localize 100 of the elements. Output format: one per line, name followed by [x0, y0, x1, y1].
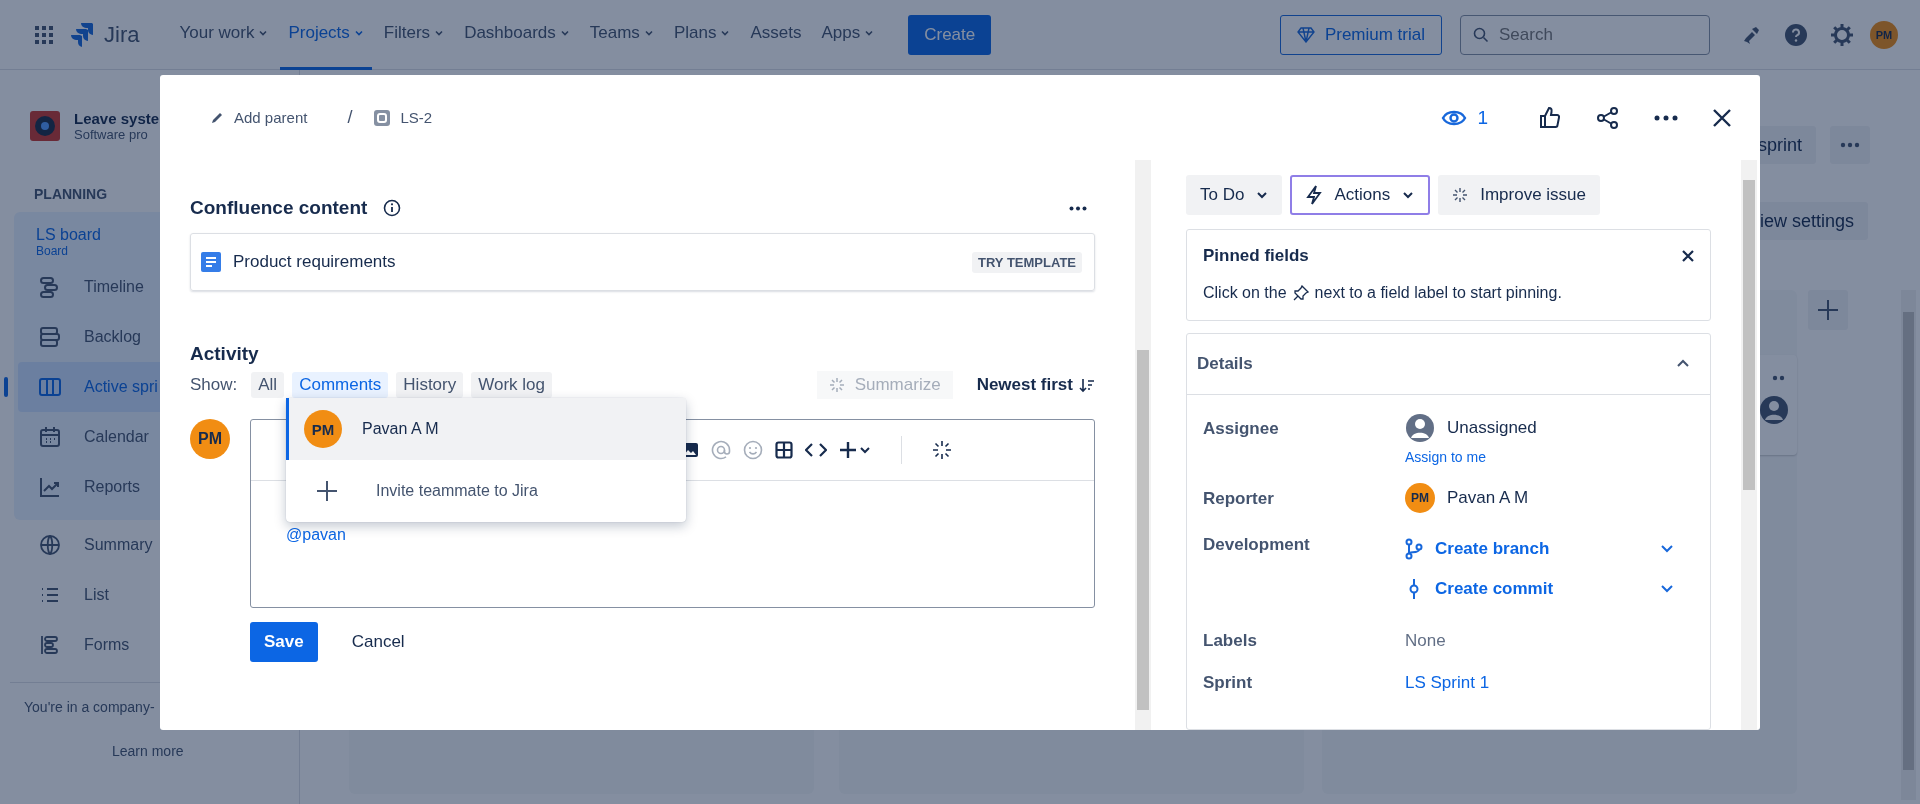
- user-icon: [1405, 413, 1435, 443]
- app-grid-icon[interactable]: [34, 24, 54, 45]
- reports-icon: [38, 475, 62, 499]
- issue-key-link[interactable]: LS-2: [374, 109, 433, 126]
- section-title: Activity: [190, 343, 260, 365]
- more-button[interactable]: [1830, 126, 1870, 164]
- development-link[interactable]: Create branch: [1435, 539, 1550, 559]
- diamond-icon: [1296, 26, 1315, 43]
- nav-menu-item[interactable]: Plans: [665, 0, 739, 70]
- create-button[interactable]: Create: [908, 14, 992, 55]
- confluence-page-card[interactable]: Product requirements TRY TEMPLATE: [190, 233, 1095, 291]
- calendar-icon: [38, 425, 62, 449]
- development-link[interactable]: Create commit: [1435, 579, 1554, 599]
- assign-to-me-link[interactable]: Assign to me: [1405, 449, 1674, 465]
- share-icon[interactable]: [1596, 105, 1620, 130]
- mention-option[interactable]: PM Pavan A M: [286, 398, 686, 460]
- sparkle-icon: [1452, 187, 1469, 203]
- section-title: Confluence content: [190, 197, 368, 219]
- actions-dropdown[interactable]: Actions: [1290, 175, 1431, 215]
- nav-menu-item[interactable]: Filters: [375, 0, 453, 70]
- sidebar-item[interactable]: Reports: [14, 462, 285, 512]
- details-header[interactable]: Details: [1187, 334, 1710, 395]
- labels-value[interactable]: None: [1405, 625, 1674, 651]
- filter-tab[interactable]: All: [251, 372, 285, 398]
- panel-title: Pinned fields: [1203, 246, 1309, 266]
- nav-menu-item[interactable]: Assets: [742, 0, 810, 70]
- sidebar-item[interactable]: List: [14, 570, 285, 620]
- add-parent-button[interactable]: Add parent: [210, 109, 308, 126]
- status-dropdown[interactable]: To Do: [1186, 175, 1283, 215]
- breadcrumb-separator: /: [347, 107, 353, 128]
- close-icon[interactable]: [1682, 250, 1694, 262]
- filter-tab[interactable]: Comments: [292, 372, 389, 398]
- field-label: Reporter: [1203, 488, 1275, 510]
- chevron-down-icon: [1256, 189, 1269, 201]
- plus-icon: [316, 480, 338, 502]
- comment-text: @pavan: [286, 526, 346, 544]
- nav-menu-item[interactable]: Apps: [813, 0, 883, 70]
- project-avatar-icon: [30, 111, 60, 141]
- pin-icon: [1292, 285, 1309, 301]
- hint-text: next to a field label to start pinning.: [1314, 284, 1562, 302]
- code-icon[interactable]: [805, 442, 827, 458]
- save-button[interactable]: Save: [250, 622, 318, 662]
- sprint-link[interactable]: LS Sprint 1: [1405, 667, 1674, 693]
- nav-menu-item[interactable]: Dashboards: [456, 0, 578, 70]
- insert-menu-icon[interactable]: [839, 441, 871, 459]
- thumbs-up-icon[interactable]: [1538, 105, 1562, 130]
- project-type: Software pro: [74, 127, 149, 142]
- more-icon: [1840, 142, 1860, 148]
- filter-tab[interactable]: History: [396, 372, 464, 398]
- chevron-down-icon: [1402, 189, 1415, 201]
- search-icon: [1473, 26, 1489, 43]
- user-avatar: PM: [1405, 483, 1435, 513]
- plus-icon: [1816, 298, 1840, 322]
- nav-menu-item[interactable]: Your work: [171, 0, 277, 70]
- reporter-value[interactable]: Pavan A M: [1447, 488, 1529, 508]
- nav-menu-item[interactable]: Teams: [581, 0, 662, 70]
- document-icon: [201, 252, 221, 272]
- field-label: Assignee: [1203, 418, 1280, 440]
- branch-icon: [1405, 538, 1423, 560]
- sidebar-item[interactable]: Summary: [14, 520, 285, 570]
- sparkle-icon: [828, 377, 845, 393]
- sort-button[interactable]: Newest first: [976, 375, 1095, 395]
- nav-menu-item[interactable]: Projects: [280, 0, 372, 70]
- globe-icon: [38, 533, 62, 557]
- company-notice: You're in a company-: [24, 699, 156, 715]
- lightning-icon: [1306, 185, 1323, 205]
- ai-sparkle-icon[interactable]: [932, 440, 952, 460]
- field-label: Labels: [1203, 630, 1258, 651]
- project-name[interactable]: Leave syste: [74, 110, 160, 127]
- backlog-icon: [38, 325, 62, 349]
- filter-tab[interactable]: Work log: [471, 372, 552, 398]
- close-icon[interactable]: [1712, 107, 1732, 128]
- assignee-value[interactable]: Unassigned: [1447, 418, 1537, 438]
- settings-icon[interactable]: [1830, 22, 1854, 47]
- mention-option[interactable]: Invite teammate to Jira: [286, 460, 686, 522]
- pencil-icon: [210, 110, 224, 125]
- add-column-button[interactable]: [1808, 290, 1848, 330]
- field-label: Sprint: [1203, 672, 1254, 693]
- premium-trial-button[interactable]: Premium trial: [1279, 14, 1442, 55]
- jira-logo-icon[interactable]: [70, 21, 94, 48]
- user-avatar: PM: [190, 419, 230, 459]
- cancel-button[interactable]: Cancel: [337, 622, 419, 662]
- product-name[interactable]: Jira: [104, 21, 140, 48]
- learn-more-link[interactable]: Learn more: [112, 743, 299, 759]
- info-icon[interactable]: [383, 199, 402, 217]
- watch-button[interactable]: 1: [1441, 106, 1488, 129]
- show-label: Show:: [190, 375, 238, 395]
- field-label: Development: [1203, 534, 1311, 556]
- board-type: Board: [36, 244, 70, 258]
- chevron-down-icon[interactable]: [1660, 584, 1674, 594]
- more-icon[interactable]: [1654, 114, 1678, 121]
- table-icon[interactable]: [775, 441, 793, 459]
- issue-type-icon: [374, 109, 391, 126]
- board-icon: [38, 375, 62, 399]
- search-field[interactable]: Search: [1460, 14, 1710, 55]
- improve-issue-button[interactable]: Improve issue: [1438, 175, 1600, 215]
- try-template-badge[interactable]: TRY TEMPLATE: [972, 251, 1082, 273]
- help-icon[interactable]: [1784, 22, 1808, 47]
- more-icon[interactable]: [1069, 205, 1087, 211]
- chevron-down-icon[interactable]: [1660, 544, 1674, 554]
